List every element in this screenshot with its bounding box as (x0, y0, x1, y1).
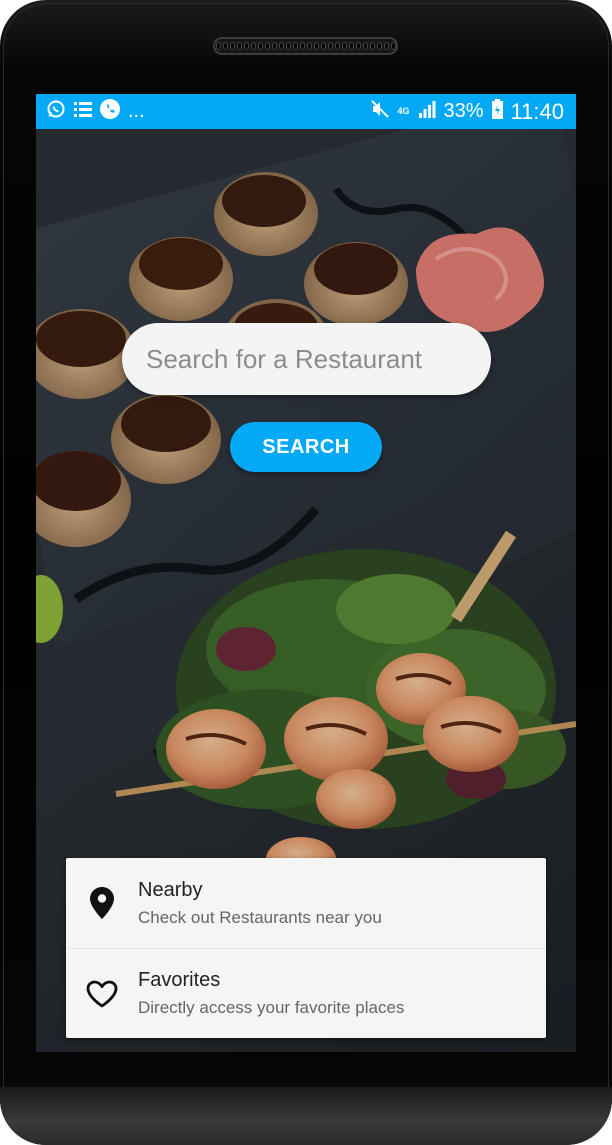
mute-icon (370, 99, 390, 124)
phone-chin (0, 1087, 612, 1145)
quick-access-card: Nearby Check out Restaurants near you Fa… (66, 858, 546, 1038)
heart-outline-icon (66, 980, 138, 1008)
clock: 11:40 (510, 99, 564, 124)
more-notifications-indicator: ... (128, 100, 145, 122)
earpiece-speaker (213, 37, 398, 55)
battery-percent: 33% (443, 100, 484, 122)
menu-item-title: Nearby (138, 878, 203, 901)
phone-frame: ... 4G 33% 11:40 Search for a Restaurant… (0, 0, 612, 1145)
menu-item-subtitle: Directly access your favorite places (138, 998, 405, 1017)
phone-icon (100, 99, 120, 124)
signal-icon (418, 100, 436, 123)
menu-item-nearby[interactable]: Nearby Check out Restaurants near you (66, 858, 546, 948)
menu-item-favorites[interactable]: Favorites Directly access your favorite … (66, 948, 546, 1038)
list-icon (74, 100, 92, 123)
menu-item-subtitle: Check out Restaurants near you (138, 907, 382, 927)
app-screen: ... 4G 33% 11:40 Search for a Restaurant… (36, 94, 576, 1052)
whatsapp-icon (46, 99, 66, 124)
restaurant-search-input[interactable] (122, 323, 491, 395)
search-button[interactable]: SEARCH (230, 422, 382, 472)
status-bar: ... 4G 33% 11:40 (36, 94, 576, 129)
network-type-label: 4G (397, 106, 410, 116)
battery-charging-icon (491, 99, 503, 124)
location-pin-icon (66, 887, 138, 919)
menu-item-title: Favorites (138, 969, 221, 991)
